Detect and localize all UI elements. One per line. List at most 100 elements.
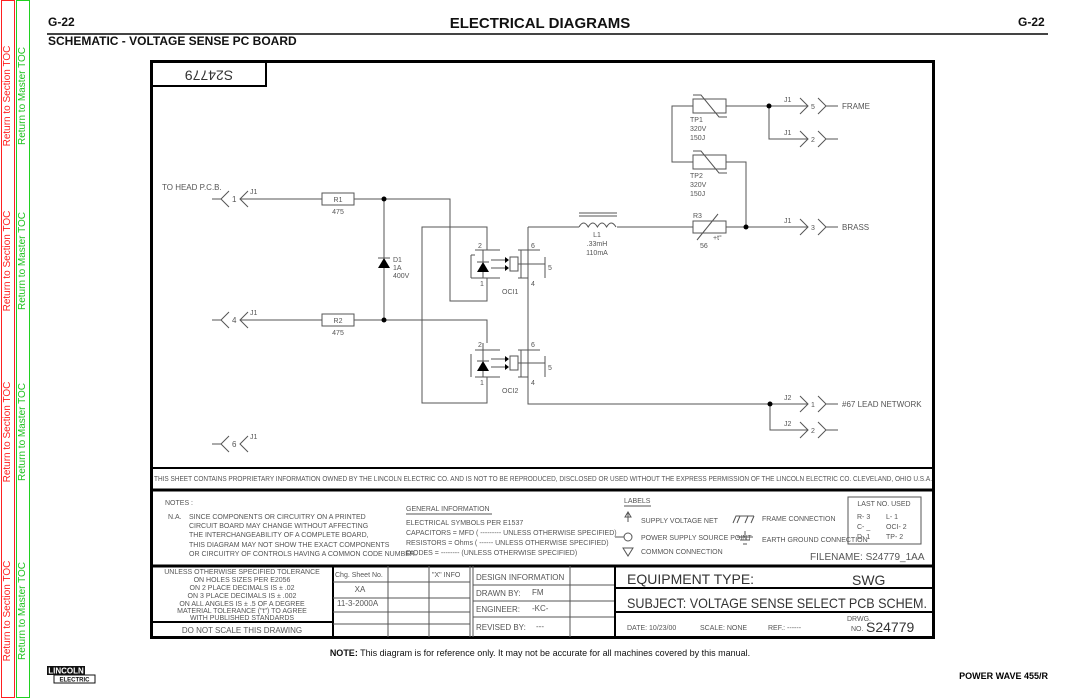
schematic-label: DRAWN BY: [476, 589, 521, 598]
note-line: THIS DIAGRAM MAY NOT SHOW THE EXACT COMP… [189, 542, 390, 549]
schematic-label: 150J [690, 135, 705, 142]
schematic-label: OCI1 [502, 289, 518, 296]
schematic-label: D1 [393, 257, 402, 264]
schematic-label: CAPACITORS = MFD ( --------- UNLESS OTHE… [406, 530, 617, 537]
schematic-label: R- 3 [857, 514, 870, 521]
schematic-label: N.A. [168, 514, 182, 521]
varistor-tp2 [692, 150, 727, 174]
power-source-icon [623, 532, 633, 542]
schematic-label: 11-3-2000A [337, 599, 379, 608]
schematic-line [518, 227, 546, 279]
schematic-label: 5 [548, 265, 552, 272]
schematic-label: WITH PUBLISHED STANDARDS [190, 615, 294, 622]
schematic-label: J1 [250, 310, 258, 317]
schematic-label: J1 [250, 434, 258, 441]
schematic-label: J1 [784, 218, 792, 225]
schematic-label: J2 [784, 395, 792, 402]
schematic-label: 6 [232, 440, 237, 449]
labels-title: LABELS [624, 498, 651, 505]
schematic-line [518, 278, 770, 405]
general-info-title: GENERAL INFORMATION [406, 506, 490, 513]
schematic-label: OCI- 2 [886, 524, 907, 531]
schematic-label: 110mA [586, 250, 608, 257]
schematic-line [579, 212, 617, 217]
frame-connection-icon [732, 515, 755, 524]
schematic-label: OCI2 [502, 388, 518, 395]
schematic-line [671, 105, 808, 228]
model-name: POWER WAVE 455/R [959, 671, 1048, 681]
connector-j1-4: 4 J1 [212, 310, 258, 329]
schematic-line [766, 103, 772, 109]
varistor-tp1 [692, 94, 727, 118]
schematic-line [477, 361, 489, 371]
schematic-label: D- 1 [857, 534, 870, 541]
schematic-label: ON 2 PLACE DECIMALS IS ± .02 [190, 585, 295, 592]
schematic-label: 1 [480, 281, 484, 288]
schematic-label: TP1 [690, 117, 703, 124]
schematic-label: 2 [478, 243, 482, 250]
schematic-label: ENGINEER: [476, 605, 520, 614]
schematic-label: 320V [690, 182, 707, 189]
schematic-line [578, 222, 617, 229]
schematic-line [509, 256, 519, 272]
note-line: OR CIRCUITRY OF CONTROLS HAVING A COMMON… [189, 551, 417, 558]
drawing-number: S24779 [866, 619, 914, 635]
schematic-label: EARTH GROUND CONNECTION [762, 537, 868, 544]
schematic-line [477, 262, 489, 272]
schematic-label: UNLESS OTHERWISE SPECIFIED TOLERANCE [164, 569, 320, 576]
schematic-label: 1 [480, 380, 484, 387]
to-head-label: TO HEAD P.C.B. [162, 183, 222, 192]
schematic-label: 4 [232, 316, 237, 325]
schematic-label: 6 [531, 243, 535, 250]
schematic-label: J1 [784, 130, 792, 137]
schematic-label: REVISED BY: [476, 623, 526, 632]
schematic-label: L1 [593, 232, 601, 239]
schematic-line [381, 317, 387, 323]
note-line: THE INTERCHANGEABILITY OF A COMPLETE BOA… [189, 532, 369, 539]
schematic-label: ON ALL ANGLES IS ± .5 OF A DEGREE [179, 601, 305, 608]
schematic-label: 2 [478, 342, 482, 349]
schematic-line [693, 94, 727, 118]
schematic-label: R2 [334, 318, 343, 325]
earth-ground-icon [737, 531, 753, 545]
schematic-label: LAST NO. USED [857, 501, 910, 508]
equipment-type: SWG [852, 572, 885, 588]
schematic-line [509, 355, 519, 371]
schematic-label: --- [536, 622, 544, 631]
schematic-label: C- _ [857, 524, 870, 531]
schematic-label: L- 1 [886, 514, 898, 521]
schematic-label: TP- 2 [886, 534, 903, 541]
schematic-label: FRAME CONNECTION [762, 516, 836, 523]
schematic-label: REF.: ------ [768, 625, 802, 632]
schematic-drawing: S24779 TO HEAD P.C.B. 1 J1 4 J1 6 J1 R1 … [150, 60, 935, 639]
schematic-label: ELECTRICAL SYMBOLS PER E1537 [406, 520, 523, 527]
schematic-line [505, 356, 509, 370]
schematic-line [692, 220, 727, 234]
notes-title: NOTES : [165, 500, 193, 507]
schematic-line [767, 401, 773, 407]
schematic-label: 475 [332, 209, 344, 216]
schematic-label: 4 [531, 380, 535, 387]
schematic-label: 400V [393, 273, 410, 280]
schematic-label: FM [532, 588, 544, 597]
diode-d1 [378, 257, 390, 268]
schematic-label: "X" INFO [432, 572, 461, 579]
schematic-label: SUPPLY VOLTAGE NET [641, 518, 719, 525]
note-line: CIRCUIT BOARD MAY CHANGE WITHOUT AFFECTI… [189, 523, 368, 530]
optocoupler-oci2: 2 1 6 5 4 OCI2 [470, 278, 770, 405]
reference-note: NOTE: This diagram is for reference only… [329, 648, 751, 658]
schematic-label: 1 [232, 195, 237, 204]
schematic-label: R1 [334, 197, 343, 204]
note-line: SINCE COMPONENTS OR CIRCUITRY ON A PRINT… [189, 514, 366, 521]
schematic-label: DATE: 10/23/00 [627, 625, 676, 632]
schematic-label: ELECTRIC [60, 678, 91, 684]
lincoln-electric-logo: LINCOLN ELECTRIC [47, 666, 96, 684]
schematic-label: -KC- [532, 604, 549, 613]
schematic-label: LINCOLN [48, 667, 84, 676]
schematic-label: #67 LEAD NETWORK [842, 400, 922, 409]
schematic-label: Chg. Sheet No. [335, 572, 383, 579]
schematic-label: FRAME [842, 102, 870, 111]
schematic-line [470, 343, 500, 378]
filename: FILENAME: S24779_1AA [810, 552, 925, 563]
schematic-label: TP2 [690, 173, 703, 180]
